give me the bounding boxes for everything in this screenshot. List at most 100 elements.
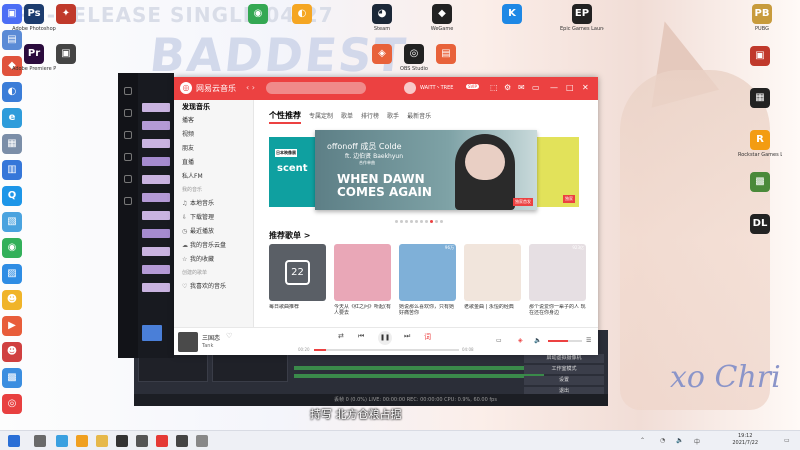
nav-item[interactable]: 私人FM	[174, 170, 253, 184]
desktop-icon[interactable]: ☻	[0, 290, 34, 312]
next-icon[interactable]: ⏭	[404, 332, 410, 341]
side-app-icon[interactable]	[124, 197, 132, 205]
volume-icon[interactable]: 🔈	[534, 337, 541, 344]
side-app-icon[interactable]	[124, 175, 132, 183]
playlist-card[interactable]: 老歌金曲 | 永恒的经典	[464, 244, 521, 317]
desktop-icon[interactable]: ◉	[236, 4, 280, 26]
dot[interactable]	[395, 220, 398, 223]
desktop-icon[interactable]: ▩	[738, 172, 782, 194]
maximize-icon[interactable]: □	[566, 83, 574, 92]
playlist-card[interactable]: 923亿 那个说爱你一辈子的人 现在还在你身边	[529, 244, 586, 317]
side-app-icon[interactable]	[124, 109, 132, 117]
thumbnail[interactable]	[142, 121, 170, 130]
desktop-icon[interactable]: PB PUBG	[740, 4, 784, 32]
desktop-icon[interactable]: ◆ WeGame	[420, 4, 464, 32]
nav-item[interactable]: 视频	[174, 128, 253, 142]
playlist-cover[interactable]: 96万	[399, 244, 456, 301]
avatar[interactable]	[142, 325, 162, 341]
tab[interactable]: 歌单	[341, 111, 353, 120]
obs-settings-button[interactable]: 设置	[524, 376, 604, 385]
dot[interactable]	[425, 220, 428, 223]
desktop-icon[interactable]: ◉	[0, 238, 34, 260]
app-icon[interactable]	[196, 435, 208, 447]
effect-icon[interactable]: ◈	[518, 337, 523, 344]
minimize-icon[interactable]: —	[550, 83, 558, 92]
thumbnail[interactable]	[142, 139, 170, 148]
desktop-icon[interactable]: ▶	[0, 316, 34, 338]
desktop-icon[interactable]: ▤	[424, 44, 468, 66]
search-input[interactable]	[266, 82, 366, 94]
desktop-icon[interactable]: ◐	[0, 82, 34, 104]
obs-virtual-camera-button[interactable]: 启动虚拟摄像机	[524, 354, 604, 363]
thumbnail[interactable]	[142, 157, 170, 166]
playlist-card[interactable]: 96万 她说那么喜欢你，只有她好痛苦你	[399, 244, 456, 317]
banner-pagination[interactable]	[395, 216, 445, 225]
dot-active[interactable]	[430, 220, 433, 223]
user-avatar[interactable]	[404, 82, 416, 94]
chrome-icon[interactable]	[76, 435, 88, 447]
previous-icon[interactable]: ⏮	[358, 332, 364, 341]
desktop-icon[interactable]: ◎	[0, 394, 34, 416]
recommended-playlists-title[interactable]: 推荐歌单 >	[269, 230, 311, 241]
desktop-icon[interactable]: e	[0, 108, 34, 130]
clock[interactable]: 19:12 2021/7/22	[732, 433, 758, 447]
my-music-item[interactable]: ◷ 最近播放	[174, 225, 253, 239]
desktop-icon[interactable]: Q	[0, 186, 34, 208]
side-app-icon[interactable]	[124, 87, 132, 95]
dot[interactable]	[410, 220, 413, 223]
shuffle-icon[interactable]: ⇄	[338, 332, 344, 340]
desktop-icon[interactable]: EP Epic Games Launcher	[560, 4, 604, 32]
app-icon[interactable]	[136, 435, 148, 447]
nav-item[interactable]: 播客	[174, 114, 253, 128]
thumbnail[interactable]	[142, 247, 170, 256]
username[interactable]: WAITT丶TREE	[420, 84, 453, 91]
tab[interactable]: 排行榜	[361, 111, 379, 120]
desktop-icon[interactable]: ▥	[0, 160, 34, 182]
side-app-window[interactable]	[118, 73, 174, 358]
playlist-cover[interactable]: 923亿	[529, 244, 586, 301]
mail-icon[interactable]: ✉	[518, 83, 525, 92]
desktop-icon[interactable]: R Rockstar Games Launcher	[738, 130, 782, 158]
network-icon[interactable]: ◔	[660, 437, 665, 444]
thumbnail[interactable]	[142, 193, 170, 202]
lyrics-icon[interactable]: 词	[424, 332, 431, 342]
nav-item[interactable]: 直播	[174, 156, 253, 170]
banner-main[interactable]: offonoff 成员 Colde ft. 边伯贤 Baekhyun 合作单曲 …	[315, 130, 537, 210]
notification-icon[interactable]: ▭	[784, 437, 790, 444]
volume-tray-icon[interactable]: 🔈	[676, 437, 683, 444]
desktop-icon[interactable]: K	[490, 4, 534, 26]
side-app-icon[interactable]	[124, 131, 132, 139]
playlist-cover[interactable]: 22	[269, 244, 326, 301]
playlist-cover[interactable]	[334, 244, 391, 301]
nav-item[interactable]: 朋友	[174, 142, 253, 156]
like-icon[interactable]: ♡	[226, 332, 232, 340]
tab[interactable]: 歌手	[387, 111, 399, 120]
playlist-card[interactable]: 今天从《红之问》听起(有人要去	[334, 244, 391, 317]
my-music-item[interactable]: ☆ 我的收藏	[174, 253, 253, 267]
my-music-item[interactable]: ♫ 本地音乐	[174, 197, 253, 211]
start-icon[interactable]	[8, 435, 20, 447]
desktop-icon[interactable]: ◐	[280, 4, 324, 26]
now-playing-song[interactable]: 三国恋	[202, 333, 220, 342]
now-playing-cover[interactable]	[178, 332, 198, 352]
pause-button[interactable]: ❚❚	[378, 331, 392, 345]
search-icon[interactable]	[34, 435, 46, 447]
created-playlist-item[interactable]: ♡ 我喜欢的音乐	[174, 280, 253, 294]
close-icon[interactable]: ✕	[582, 83, 589, 92]
desktop-icon[interactable]: ▣	[44, 44, 88, 66]
dot[interactable]	[405, 220, 408, 223]
netease-logo-icon[interactable]: ◎	[180, 82, 192, 94]
playlist-cover[interactable]	[464, 244, 521, 301]
banner-right[interactable]: 独家	[537, 137, 579, 207]
tab[interactable]: 最新音乐	[407, 111, 431, 120]
thumbnail[interactable]	[142, 103, 170, 112]
settings-icon[interactable]: ⚙	[504, 83, 511, 92]
quality-icon[interactable]: ▭	[496, 337, 502, 344]
tray-chevron-icon[interactable]: ⌃	[640, 437, 645, 444]
thumbnail[interactable]	[142, 265, 170, 274]
dot[interactable]	[400, 220, 403, 223]
obs-taskbar-icon[interactable]	[176, 435, 188, 447]
desktop-icon[interactable]: ▣	[738, 46, 782, 68]
dot[interactable]	[420, 220, 423, 223]
desktop-icon[interactable]: ▧	[0, 212, 34, 234]
